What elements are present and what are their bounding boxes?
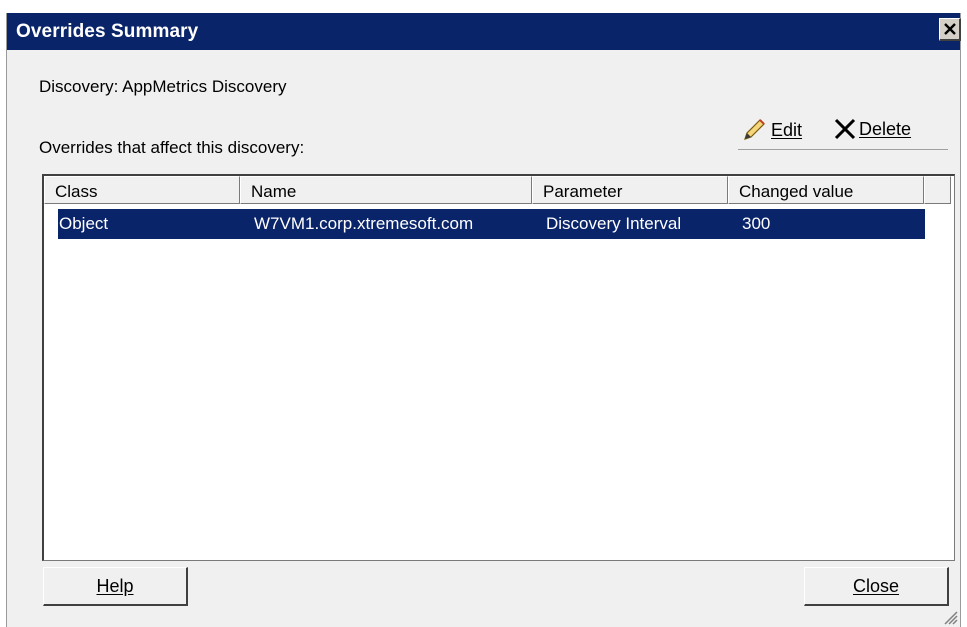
delete-button[interactable]: Delete <box>833 117 911 141</box>
table-row[interactable]: Object W7VM1.corp.xtremesoft.com Discove… <box>58 209 925 239</box>
column-header-filler <box>924 176 951 204</box>
discovery-label: Discovery: AppMetrics Discovery <box>39 77 287 96</box>
overrides-label: Overrides that affect this discovery: <box>39 138 305 157</box>
column-header-parameter[interactable]: Parameter <box>532 176 728 204</box>
column-header-changed-value[interactable]: Changed value <box>728 176 924 204</box>
close-label: Close <box>852 575 900 596</box>
title-bar: Overrides Summary <box>7 13 961 50</box>
column-header-class[interactable]: Class <box>44 176 240 204</box>
resize-grip-icon[interactable] <box>940 607 958 625</box>
cell-name: W7VM1.corp.xtremesoft.com <box>254 214 474 233</box>
overrides-list[interactable]: Class Name Parameter Changed value Objec… <box>42 174 955 561</box>
delete-x-icon <box>834 118 856 140</box>
cell-parameter: Discovery Interval <box>546 214 682 233</box>
overrides-summary-dialog: Overrides Summary Discovery: AppMetrics … <box>6 13 961 627</box>
dialog-title: Overrides Summary <box>16 21 199 42</box>
help-button[interactable]: Help <box>43 567 188 606</box>
list-header: Class Name Parameter Changed value <box>44 176 951 204</box>
cell-class: Object <box>59 214 109 233</box>
help-label: Help <box>96 575 134 596</box>
edit-button[interactable]: Edit <box>741 117 802 143</box>
column-header-name[interactable]: Name <box>240 176 532 204</box>
pencil-icon <box>744 119 765 140</box>
close-button[interactable]: Close <box>804 567 949 606</box>
toolbar-divider <box>738 149 948 150</box>
cell-changed-value: 300 <box>742 214 771 233</box>
edit-label: Edit <box>771 119 803 140</box>
close-icon <box>943 23 956 35</box>
delete-label: Delete <box>859 118 912 139</box>
close-window-button[interactable] <box>939 18 961 41</box>
